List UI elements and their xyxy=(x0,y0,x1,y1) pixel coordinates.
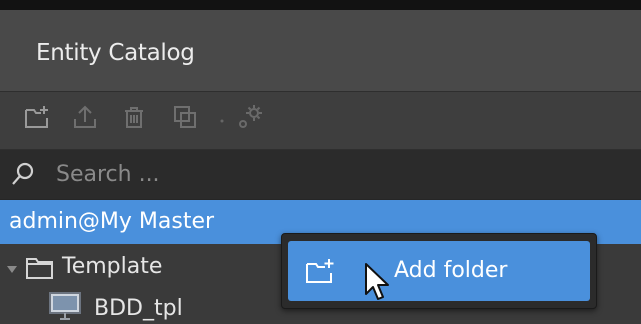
toolbar-separator xyxy=(218,102,226,132)
mouse-pointer-icon xyxy=(364,262,390,308)
context-menu: Add folder xyxy=(281,233,597,309)
add-folder-icon[interactable] xyxy=(22,102,52,132)
window-top-strip xyxy=(0,0,641,10)
panel-title: Entity Catalog xyxy=(36,40,195,66)
menu-item-label: Add folder xyxy=(394,258,508,283)
settings-icon[interactable] xyxy=(236,102,266,132)
upload-icon[interactable] xyxy=(70,102,100,132)
expand-arrow-icon[interactable] xyxy=(6,261,18,280)
search-icon xyxy=(10,161,36,187)
duplicate-icon[interactable] xyxy=(170,102,200,132)
search-input[interactable] xyxy=(56,158,616,190)
tree-item-label: BDD_tpl xyxy=(94,296,183,321)
menu-item-add-folder[interactable]: Add folder xyxy=(288,241,590,301)
monitor-icon xyxy=(48,292,82,324)
folder-icon xyxy=(25,255,55,285)
tree-folder-label: Template xyxy=(62,254,163,279)
trash-icon[interactable] xyxy=(119,102,149,132)
toolbar xyxy=(0,92,641,150)
search-bar xyxy=(0,150,641,200)
panel-header: Entity Catalog xyxy=(0,10,641,92)
tree-root-label: admin@My Master xyxy=(9,209,215,234)
add-folder-icon xyxy=(304,256,338,290)
